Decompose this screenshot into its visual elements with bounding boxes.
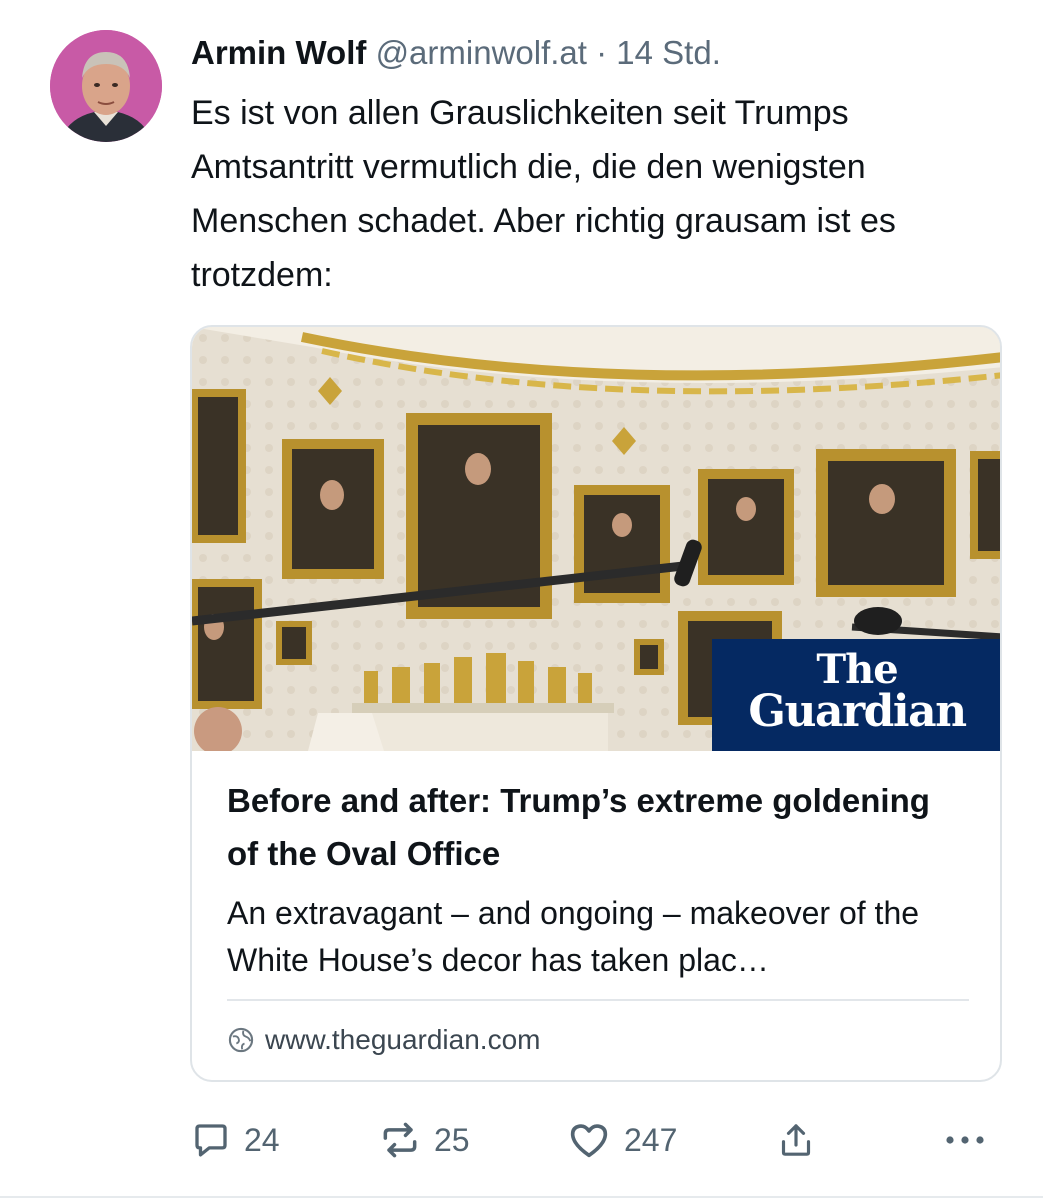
more-icon	[946, 1136, 984, 1144]
post-text: Es ist von allen Grauslichkeiten seit Tr…	[191, 94, 896, 294]
post-header: Armin Wolf @arminwolf.at · 14 Std.	[191, 30, 721, 76]
post-divider	[0, 1196, 1043, 1198]
card-title[interactable]: Before and after: Trump’s extreme golden…	[227, 774, 967, 880]
reply-button[interactable]: 24	[190, 1112, 280, 1168]
avatar[interactable]	[50, 30, 162, 142]
action-bar: 24 25 247	[0, 1112, 1043, 1168]
like-count: 247	[624, 1121, 678, 1158]
author-handle[interactable]: @arminwolf.at	[376, 34, 587, 71]
share-button[interactable]	[776, 1112, 828, 1168]
post-time[interactable]: 14 Std.	[616, 34, 721, 71]
reply-count: 24	[244, 1121, 280, 1158]
guardian-logo: The Guardian	[712, 639, 1000, 751]
like-button[interactable]: 247	[566, 1112, 677, 1168]
card-domain[interactable]: www.theguardian.com	[227, 1020, 540, 1060]
author-name[interactable]: Armin Wolf	[191, 34, 366, 71]
card-description: An extravagant – and ongoing – makeover …	[227, 895, 920, 978]
share-icon	[781, 1124, 811, 1156]
reply-icon	[195, 1124, 227, 1157]
separator-dot: ·	[596, 34, 608, 71]
card-domain-text: www.theguardian.com	[265, 1024, 541, 1055]
globe-icon	[228, 1027, 254, 1053]
repost-button[interactable]: 25	[378, 1112, 470, 1168]
guardian-logo-line2: Guardian	[748, 686, 967, 737]
repost-count: 25	[434, 1121, 470, 1158]
more-options-button[interactable]	[942, 1112, 1000, 1168]
card-divider	[227, 999, 969, 1001]
repost-icon	[383, 1122, 417, 1158]
guardian-logo-line1: The	[816, 646, 898, 693]
like-icon	[570, 1124, 608, 1158]
link-card[interactable]: The Guardian Before and after: Trump’s e…	[190, 325, 1002, 1082]
card-image: The Guardian	[192, 327, 1000, 751]
